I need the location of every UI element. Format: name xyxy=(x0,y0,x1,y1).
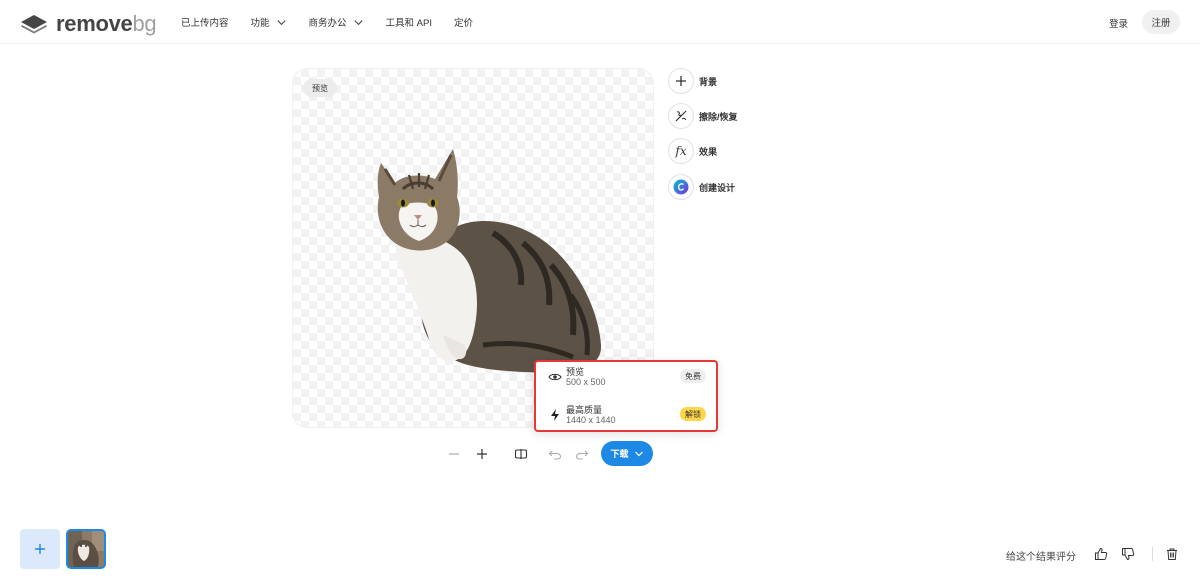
nav-pricing[interactable]: 定价 xyxy=(454,15,473,29)
thumbs-up-icon[interactable] xyxy=(1094,547,1108,561)
divider xyxy=(1152,547,1153,561)
tool-erase-restore-label: 擦除/恢复 xyxy=(699,111,738,122)
top-header: removebg 已上传内容 功能 商务办公 工具和 API 定价 登录 注册 xyxy=(0,0,1200,44)
unlock-badge: 解锁 xyxy=(680,407,706,421)
redo-icon[interactable] xyxy=(574,446,590,462)
image-thumbnail[interactable] xyxy=(66,529,106,569)
nav-tools-api[interactable]: 工具和 API xyxy=(386,15,432,29)
nav-features[interactable]: 功能 xyxy=(251,15,287,29)
tool-effects-label: 效果 xyxy=(699,146,718,157)
download-option-size: 1440 x 1440 xyxy=(566,415,616,425)
nav-business[interactable]: 商务办公 xyxy=(309,15,364,29)
thumbnail-image xyxy=(68,531,104,567)
logo-icon xyxy=(21,15,47,34)
logo-text: removebg xyxy=(56,11,157,36)
bolt-icon xyxy=(551,409,559,421)
trash-icon[interactable] xyxy=(1165,547,1179,561)
chevron-down-icon xyxy=(276,19,286,25)
compare-icon[interactable] xyxy=(513,446,529,462)
zoom-out-icon[interactable] xyxy=(446,446,462,462)
tool-effects[interactable]: fx 效果 xyxy=(668,138,717,164)
chevron-down-icon xyxy=(634,451,643,456)
download-button-label: 下载 xyxy=(610,449,629,459)
tool-create-design-label: 创建设计 xyxy=(699,182,736,193)
download-button[interactable]: 下载 xyxy=(601,441,653,466)
tool-background-label: 背景 xyxy=(699,76,718,87)
eye-icon xyxy=(548,373,562,381)
nav-uploads[interactable]: 已上传内容 xyxy=(181,15,229,29)
canva-icon xyxy=(668,174,694,200)
zoom-in-icon[interactable] xyxy=(474,446,490,462)
logo[interactable]: removebg xyxy=(20,11,157,37)
cat-image xyxy=(377,149,602,373)
main-nav: 已上传内容 功能 商务办公 工具和 API 定价 xyxy=(181,0,473,44)
tool-background[interactable]: 背景 xyxy=(668,68,717,94)
add-image-button[interactable] xyxy=(20,529,60,569)
download-option-preview[interactable]: 预览 500 x 500 免费 xyxy=(536,362,716,396)
brush-icon xyxy=(668,103,694,129)
plus-icon xyxy=(668,68,694,94)
download-option-size: 500 x 500 xyxy=(566,377,606,387)
free-badge: 免费 xyxy=(680,369,706,383)
signup-button[interactable]: 注册 xyxy=(1142,10,1180,34)
download-options-menu: 预览 500 x 500 免费 最高质量 1440 x 1440 解锁 xyxy=(534,360,718,432)
thumbs-down-icon[interactable] xyxy=(1121,547,1135,561)
tool-erase-restore[interactable]: 擦除/恢复 xyxy=(668,103,738,129)
rate-result-label: 给这个结果评分 xyxy=(1006,552,1076,563)
download-option-hd[interactable]: 最高质量 1440 x 1440 解锁 xyxy=(536,400,716,434)
tool-create-design[interactable]: 创建设计 xyxy=(668,174,735,200)
chevron-down-icon xyxy=(353,19,363,25)
fx-icon: fx xyxy=(668,138,694,164)
preview-badge: 预览 xyxy=(303,79,337,97)
plus-icon xyxy=(35,544,45,554)
undo-icon[interactable] xyxy=(547,446,563,462)
login-link[interactable]: 登录 xyxy=(1109,16,1128,30)
